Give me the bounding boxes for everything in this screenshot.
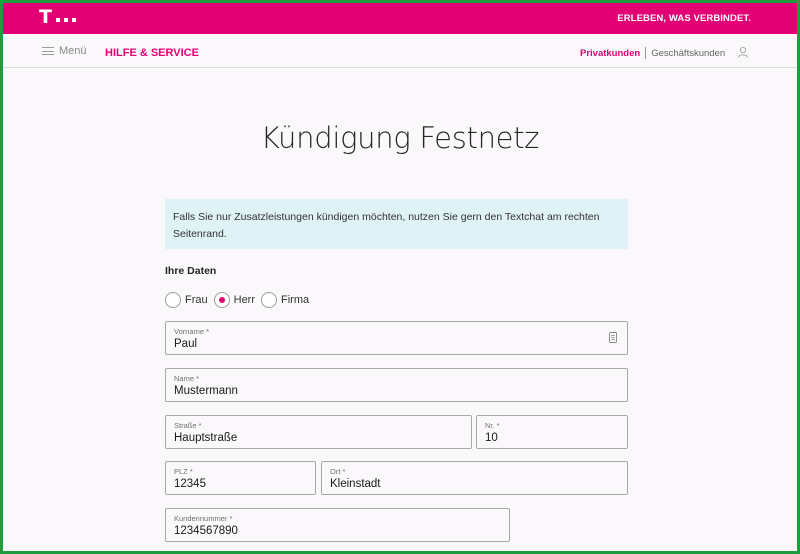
- geschaeftskunden-link[interactable]: Geschäftskunden: [651, 48, 725, 59]
- radio-frau-label: Frau: [185, 294, 208, 306]
- logo-letter: T: [39, 6, 52, 28]
- hilfe-service-link[interactable]: HILFE & SERVICE: [105, 47, 199, 59]
- radio-herr[interactable]: Herr: [213, 292, 256, 308]
- strasse-value: Hauptstraße: [174, 432, 238, 444]
- name-value: Mustermann: [174, 385, 238, 397]
- strasse-field[interactable]: Straße * Hauptstraße: [165, 415, 472, 449]
- browser-viewport: T ERLEBEN, WAS VERBINDET. Menü HILFE & S…: [3, 3, 797, 551]
- kundennummer-value: 1234567890: [174, 525, 238, 537]
- plz-value: 12345: [174, 478, 206, 490]
- name-field[interactable]: Name * Mustermann: [165, 368, 628, 402]
- ort-label: Ort *: [330, 467, 346, 476]
- salutation-radio-group: Frau Herr Firma: [165, 292, 315, 308]
- hausnummer-value: 10: [485, 432, 498, 444]
- plz-label: PLZ *: [174, 467, 193, 476]
- nav-divider: [645, 47, 647, 59]
- hamburger-icon: [42, 47, 54, 55]
- radio-firma-label: Firma: [281, 294, 310, 306]
- telekom-logo[interactable]: T: [39, 6, 79, 28]
- kundennummer-label: Kundennummer *: [174, 514, 233, 523]
- navigation-bar: Menü HILFE & SERVICE Privatkunden Geschä…: [3, 34, 797, 68]
- plz-field[interactable]: PLZ * 12345: [165, 461, 316, 495]
- hausnummer-field[interactable]: Nr. * 10: [476, 415, 628, 449]
- radio-frau[interactable]: Frau: [165, 292, 208, 308]
- page-title: Kündigung Festnetz: [260, 121, 540, 155]
- ort-field[interactable]: Ort * Kleinstadt: [321, 461, 628, 495]
- brand-slogan: ERLEBEN, WAS VERBINDET.: [617, 13, 751, 24]
- radio-frau-circle[interactable]: [165, 292, 181, 308]
- radio-herr-circle[interactable]: [213, 292, 230, 308]
- hausnummer-label: Nr. *: [485, 421, 500, 430]
- radio-firma[interactable]: Firma: [261, 292, 309, 308]
- vorname-value: Paul: [174, 338, 198, 350]
- vorname-field[interactable]: Vorname * Paul: [165, 321, 628, 355]
- user-icon[interactable]: [737, 46, 749, 58]
- menu-label: Menü: [59, 45, 87, 57]
- logo-dot: [72, 18, 76, 22]
- vorname-label: Vorname *: [174, 327, 210, 336]
- top-brand-bar: T ERLEBEN, WAS VERBINDET.: [3, 3, 797, 34]
- section-title: Ihre Daten: [165, 265, 217, 277]
- radio-firma-circle[interactable]: [261, 292, 278, 308]
- logo-dot: [64, 18, 68, 22]
- radio-herr-label: Herr: [233, 294, 256, 306]
- logo-dot: [56, 18, 60, 22]
- contact-card-icon[interactable]: [609, 332, 617, 343]
- privatkunden-link[interactable]: Privatkunden: [580, 48, 640, 59]
- menu-button[interactable]: Menü: [42, 45, 87, 57]
- ort-value: Kleinstadt: [330, 478, 381, 490]
- customer-type-switch: Privatkunden Geschäftskunden: [580, 47, 725, 59]
- strasse-label: Straße *: [174, 421, 202, 430]
- name-label: Name *: [174, 374, 200, 383]
- info-box: Falls Sie nur Zusatzleistungen kündigen …: [165, 199, 628, 249]
- kundennummer-field[interactable]: Kundennummer * 1234567890: [165, 508, 510, 542]
